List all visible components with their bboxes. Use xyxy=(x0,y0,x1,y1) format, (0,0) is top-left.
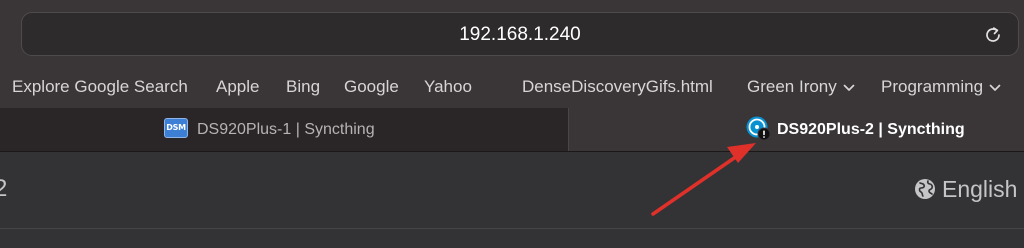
language-label: English xyxy=(942,176,1018,202)
favorite-apple[interactable]: Apple xyxy=(216,68,259,106)
reload-icon[interactable] xyxy=(982,24,1004,46)
favorites-bar: Explore Google Search Apple Bing Google … xyxy=(0,68,1024,108)
page-title-fragment: 2 xyxy=(0,175,8,202)
favorite-label: Apple xyxy=(216,77,260,96)
tab-title: DS920Plus-1 | Syncthing xyxy=(197,121,375,138)
favorite-label: Programming xyxy=(881,77,984,96)
globe-icon xyxy=(915,178,935,199)
dsm-icon: DSM xyxy=(164,117,188,138)
tab-bar: DSM DS920Plus-1 | Syncthing DS920Plus-2 |… xyxy=(0,108,1024,152)
favorite-label: Google xyxy=(344,77,399,96)
favorite-label: Yahoo xyxy=(424,77,472,96)
favorite-folder-programming[interactable]: Programming xyxy=(881,68,1001,106)
favorite-label: Explore Google Search xyxy=(12,77,188,96)
favorite-google[interactable]: Google xyxy=(344,68,399,106)
address-url[interactable]: 192.168.1.240 xyxy=(22,13,1018,57)
tab-title-group: DSM DS920Plus-1 | Syncthing xyxy=(164,108,375,151)
chevron-down-icon xyxy=(989,84,1001,91)
syncthing-icon xyxy=(746,116,771,141)
tab-ds920plus-1[interactable]: DSM DS920Plus-1 | Syncthing xyxy=(0,108,568,151)
browser-window: 192.168.1.240 Explore Google Search Appl… xyxy=(0,0,1024,248)
content-divider xyxy=(0,228,1024,229)
favorite-densediscoverygifs[interactable]: DenseDiscoveryGifs.html xyxy=(522,68,713,106)
chevron-down-icon xyxy=(843,84,855,91)
favorite-folder-green-irony[interactable]: Green Irony xyxy=(747,68,855,106)
tab-title-group: DS920Plus-2 | Syncthing xyxy=(745,108,965,151)
page-content: 2 English xyxy=(0,152,1024,248)
language-selector[interactable]: English xyxy=(914,173,1017,205)
favorite-yahoo[interactable]: Yahoo xyxy=(424,68,472,106)
browser-toolbar: 192.168.1.240 xyxy=(0,0,1024,68)
favorite-label: Green Irony xyxy=(747,77,837,96)
favorite-bing[interactable]: Bing xyxy=(286,68,320,106)
favorite-label: DenseDiscoveryGifs.html xyxy=(522,77,713,96)
favorite-explore-google-search[interactable]: Explore Google Search xyxy=(12,68,188,106)
tab-ds920plus-2[interactable]: DS920Plus-2 | Syncthing xyxy=(569,108,1024,151)
favorite-label: Bing xyxy=(286,77,321,96)
address-bar[interactable]: 192.168.1.240 xyxy=(21,12,1019,56)
tab-title: DS920Plus-2 | Syncthing xyxy=(777,121,965,138)
